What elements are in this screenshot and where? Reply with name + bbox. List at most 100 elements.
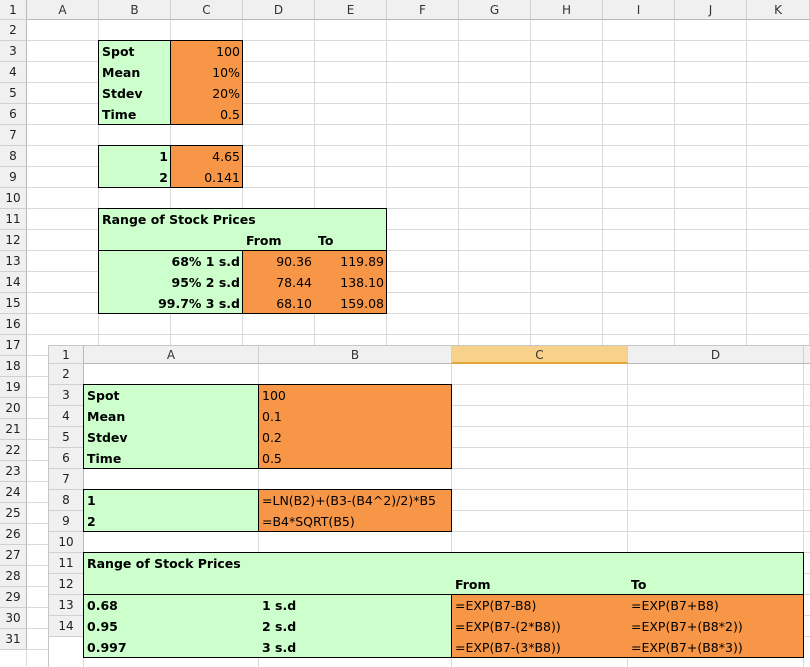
row-header-12[interactable]: 12 (49, 574, 84, 595)
cell-d13[interactable]: 138.10 (315, 272, 387, 293)
row-header-3[interactable]: 3 (49, 385, 84, 406)
row-header-14[interactable]: 14 (49, 616, 84, 637)
cell-d13[interactable]: =EXP(B7+(B8*2)) (628, 616, 804, 637)
cell-b2[interactable]: 100 (171, 41, 243, 62)
column-header-g[interactable]: G (459, 0, 531, 20)
row-header-14[interactable]: 14 (0, 272, 27, 293)
row-header-16[interactable]: 16 (0, 314, 27, 335)
cell-a12[interactable]: 68% 1 s.d (99, 251, 243, 272)
cell-a10[interactable]: Range of Stock Prices (84, 553, 452, 574)
row-header-2[interactable]: 2 (49, 364, 84, 385)
row-header-8[interactable]: 8 (49, 490, 84, 511)
row-header-29[interactable]: 29 (0, 587, 27, 608)
cell-b8[interactable]: 0.141 (171, 167, 243, 188)
row-header-1[interactable]: 1 (49, 346, 84, 364)
cell-b7[interactable]: =LN(B2)+(B3-(B4^2)/2)*B5 (259, 490, 452, 511)
row-header-2[interactable]: 2 (0, 20, 27, 41)
cell-c11[interactable]: From (243, 230, 315, 251)
row-header-9[interactable]: 9 (49, 511, 84, 532)
row-header-21[interactable]: 21 (0, 419, 27, 440)
row-header-9[interactable]: 9 (0, 167, 27, 188)
row-header-12[interactable]: 12 (0, 230, 27, 251)
column-header-a[interactable]: A (84, 346, 259, 364)
cell-c14[interactable]: 68.10 (243, 293, 315, 314)
column-header-b[interactable]: B (259, 346, 452, 364)
row-header-18[interactable]: 18 (0, 356, 27, 377)
row-header-28[interactable]: 28 (0, 566, 27, 587)
row-header-10[interactable]: 10 (49, 532, 84, 553)
column-header-j[interactable]: J (675, 0, 747, 20)
cell-a13[interactable]: 95% 2 s.d (99, 272, 243, 293)
cell-c12[interactable]: 90.36 (243, 251, 315, 272)
row-header-27[interactable]: 27 (0, 545, 27, 566)
column-header-f[interactable]: F (387, 0, 459, 20)
row-header-15[interactable]: 15 (0, 293, 27, 314)
row-header-25[interactable]: 25 (0, 503, 27, 524)
row-header-5[interactable]: 5 (49, 427, 84, 448)
row-header-31[interactable]: 31 (0, 629, 27, 650)
cell-c13[interactable]: =EXP(B7-(2*B8)) (452, 616, 628, 637)
row-header-30[interactable]: 30 (0, 608, 27, 629)
row-header-7[interactable]: 7 (0, 125, 27, 146)
row-header-1[interactable]: 1 (0, 0, 27, 20)
cell-d12[interactable]: 119.89 (315, 251, 387, 272)
row-header-5[interactable]: 5 (0, 83, 27, 104)
row-header-11[interactable]: 11 (0, 209, 27, 230)
cell-a8[interactable]: 2 (84, 511, 259, 532)
row-header-23[interactable]: 23 (0, 461, 27, 482)
cell-b14[interactable]: 3 s.d (259, 637, 452, 658)
cell-a14[interactable]: 0.997 (84, 637, 259, 658)
column-header-c[interactable]: C (171, 0, 243, 20)
row-header-17[interactable]: 17 (0, 335, 27, 356)
cell-d11[interactable]: To (628, 574, 804, 595)
row-header-19[interactable]: 19 (0, 377, 27, 398)
column-header-b[interactable]: B (99, 0, 171, 20)
cell-a7[interactable]: 1 (99, 146, 171, 167)
cell-b5[interactable]: 0.5 (259, 448, 452, 469)
cell-d14[interactable]: =EXP(B7+(B8*3)) (628, 637, 804, 658)
column-header-i[interactable]: I (603, 0, 675, 20)
cell-a8[interactable]: 2 (99, 167, 171, 188)
cell-b12[interactable]: 1 s.d (259, 595, 452, 616)
cell-a13[interactable]: 0.95 (84, 616, 259, 637)
column-header-e[interactable]: E (315, 0, 387, 20)
cell-b13[interactable]: 2 s.d (259, 616, 452, 637)
row-header-10[interactable]: 10 (0, 188, 27, 209)
column-header-d[interactable]: D (628, 346, 804, 364)
column-header-d[interactable]: D (243, 0, 315, 20)
cell-c14[interactable]: =EXP(B7-(3*B8)) (452, 637, 628, 658)
cell-b8[interactable]: =B4*SQRT(B5) (259, 511, 452, 532)
cell-a3[interactable]: Mean (99, 62, 171, 83)
cell-b2[interactable]: 100 (259, 385, 452, 406)
column-header-c[interactable]: C (452, 346, 628, 364)
cell-c12[interactable]: =EXP(B7-B8) (452, 595, 628, 616)
cell-c11[interactable]: From (452, 574, 628, 595)
cell-b4[interactable]: 0.2 (259, 427, 452, 448)
cell-a2[interactable]: Spot (99, 41, 171, 62)
row-header-24[interactable]: 24 (0, 482, 27, 503)
cell-c13[interactable]: 78.44 (243, 272, 315, 293)
cell-a10[interactable]: Range of Stock Prices (99, 209, 256, 230)
cell-a14[interactable]: 99.7% 3 s.d (99, 293, 243, 314)
cell-b7[interactable]: 4.65 (171, 146, 243, 167)
row-header-4[interactable]: 4 (0, 62, 27, 83)
cell-a4[interactable]: Stdev (84, 427, 259, 448)
cell-a4[interactable]: Stdev (99, 83, 171, 104)
cell-d12[interactable]: =EXP(B7+B8) (628, 595, 804, 616)
cell-a12[interactable]: 0.68 (84, 595, 259, 616)
cell-a7[interactable]: 1 (84, 490, 259, 511)
row-header-7[interactable]: 7 (49, 469, 84, 490)
row-header-3[interactable]: 3 (0, 41, 27, 62)
row-header-6[interactable]: 6 (49, 448, 84, 469)
cell-d14[interactable]: 159.08 (315, 293, 387, 314)
cell-b3[interactable]: 10% (171, 62, 243, 83)
column-header-a[interactable]: A (27, 0, 99, 20)
column-header-k[interactable]: K (747, 0, 810, 20)
column-header-h[interactable]: H (531, 0, 603, 20)
row-header-13[interactable]: 13 (49, 595, 84, 616)
cell-a5[interactable]: Time (99, 104, 171, 125)
cell-b5[interactable]: 0.5 (171, 104, 243, 125)
cell-b4[interactable]: 20% (171, 83, 243, 104)
row-header-13[interactable]: 13 (0, 251, 27, 272)
row-header-26[interactable]: 26 (0, 524, 27, 545)
